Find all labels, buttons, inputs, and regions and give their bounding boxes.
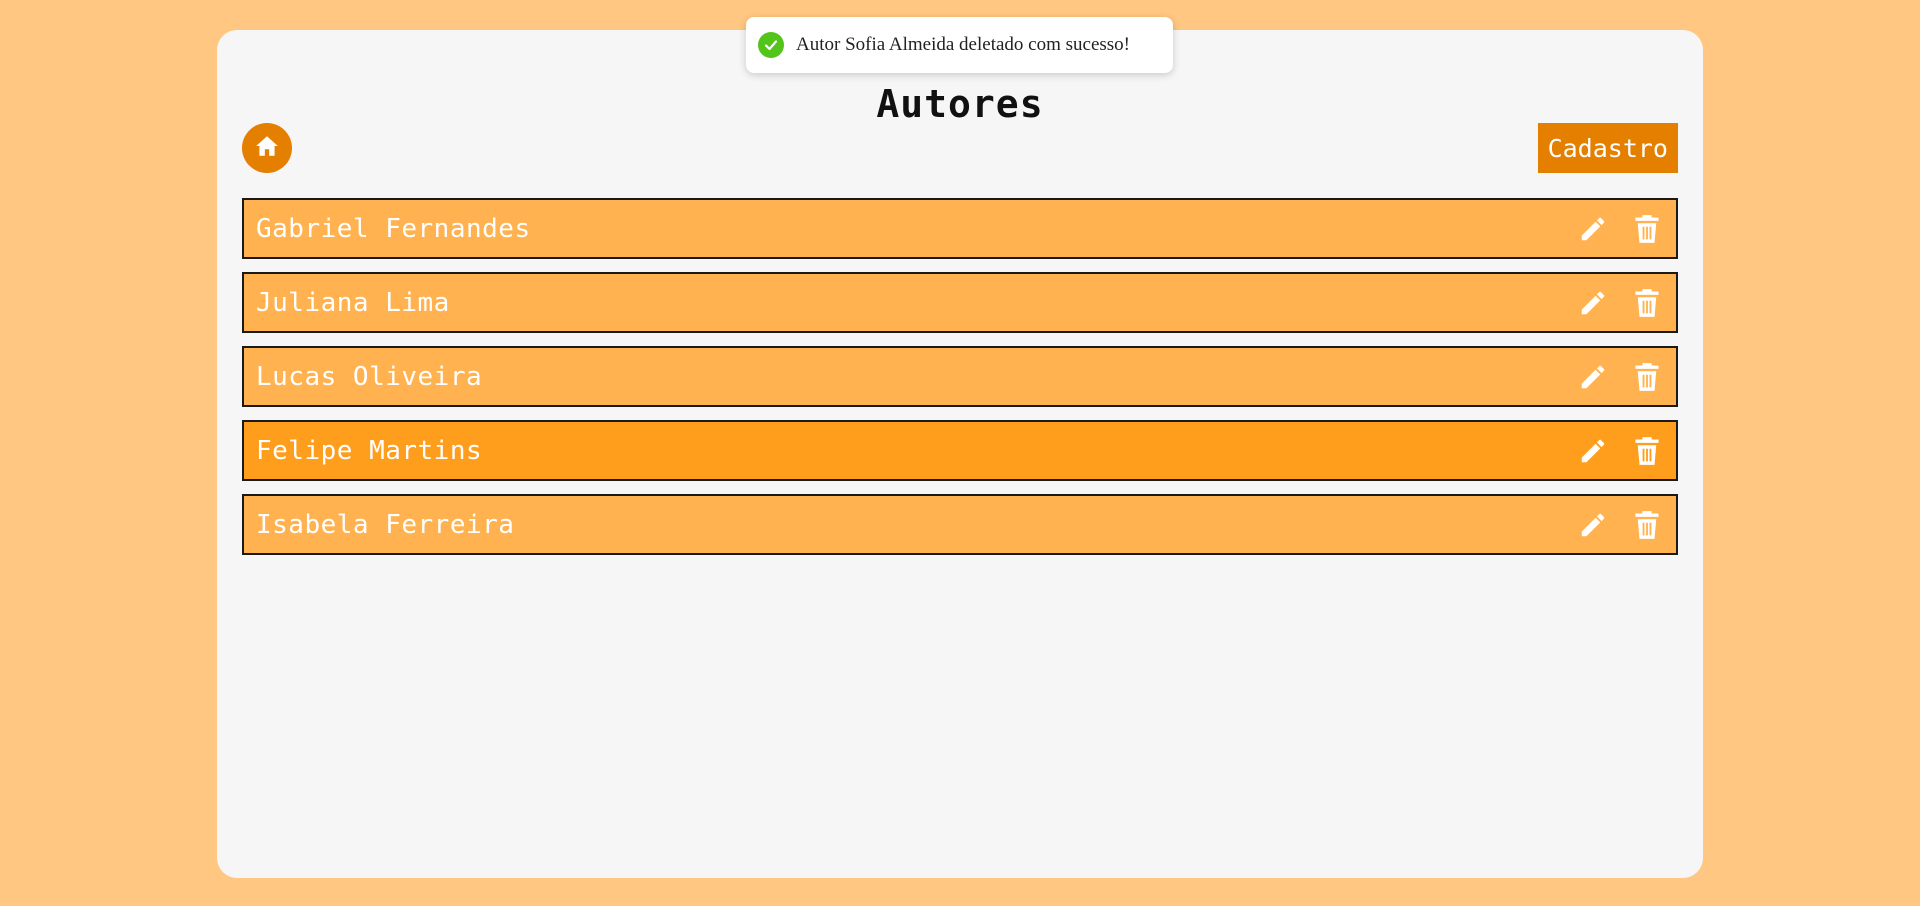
pencil-icon — [1581, 513, 1605, 536]
edit-button[interactable] — [1576, 286, 1610, 320]
page-title: Autores — [876, 82, 1044, 126]
delete-button[interactable] — [1630, 286, 1664, 320]
trash-icon — [1635, 214, 1659, 243]
delete-button[interactable] — [1630, 212, 1664, 246]
pencil-icon — [1581, 291, 1605, 314]
edit-button[interactable] — [1576, 434, 1610, 468]
pencil-icon — [1581, 217, 1605, 240]
list-item[interactable]: Isabela Ferreira — [242, 494, 1678, 555]
author-name: Felipe Martins — [256, 435, 483, 466]
author-name: Isabela Ferreira — [256, 509, 515, 540]
trash-icon — [1635, 362, 1659, 391]
cadastro-button[interactable]: Cadastro — [1537, 123, 1678, 173]
success-toast[interactable]: Autor Sofia Almeida deletado com sucesso… — [746, 17, 1173, 73]
home-icon — [254, 133, 280, 163]
pencil-icon — [1581, 439, 1605, 462]
authors-list: Gabriel Fernandes Juliana Lima Lucas Oli… — [242, 198, 1678, 568]
author-name: Gabriel Fernandes — [256, 213, 531, 244]
list-item[interactable]: Juliana Lima — [242, 272, 1678, 333]
trash-icon — [1635, 510, 1659, 539]
list-item[interactable]: Lucas Oliveira — [242, 346, 1678, 407]
pencil-icon — [1581, 365, 1605, 388]
delete-button[interactable] — [1630, 508, 1664, 542]
check-circle-icon — [758, 32, 784, 58]
list-item[interactable]: Gabriel Fernandes — [242, 198, 1678, 259]
home-button[interactable] — [242, 123, 292, 173]
list-item[interactable]: Felipe Martins — [242, 420, 1678, 481]
authors-card: Autores Cadastro Gabriel Fernandes Julia… — [217, 30, 1703, 878]
author-name: Lucas Oliveira — [256, 361, 483, 392]
author-name: Juliana Lima — [256, 287, 450, 318]
edit-button[interactable] — [1576, 508, 1610, 542]
trash-icon — [1635, 436, 1659, 465]
edit-button[interactable] — [1576, 212, 1610, 246]
delete-button[interactable] — [1630, 434, 1664, 468]
delete-button[interactable] — [1630, 360, 1664, 394]
edit-button[interactable] — [1576, 360, 1610, 394]
toast-message: Autor Sofia Almeida deletado com sucesso… — [796, 34, 1131, 55]
trash-icon — [1635, 288, 1659, 317]
